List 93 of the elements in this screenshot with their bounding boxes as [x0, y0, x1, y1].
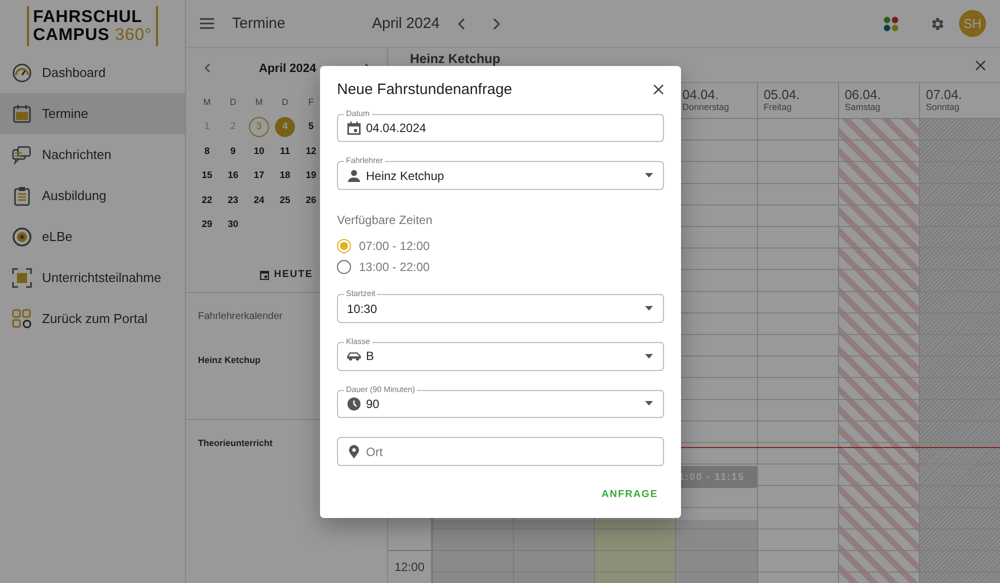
field-value: 04.04.2024 — [366, 121, 426, 136]
time-slot-label: 13:00 - 22:00 — [359, 260, 430, 274]
column-date: 05.04. — [764, 87, 801, 102]
calendar-day[interactable]: 18 — [275, 166, 295, 186]
time-slot-label: 07:00 - 12:00 — [359, 239, 430, 254]
calendar-day[interactable]: 23 — [223, 190, 243, 210]
calendar-day[interactable]: 17 — [249, 166, 269, 186]
calendar-day[interactable]: 5 — [301, 116, 321, 137]
column-weekday: Freitag — [764, 102, 793, 112]
sidebar-item[interactable]: Termine — [0, 93, 185, 134]
field-value: 10:30 — [347, 302, 378, 316]
clock-icon — [347, 396, 361, 411]
chevron-left-icon[interactable] — [458, 18, 466, 30]
calendar-name: Theorieunterricht — [198, 438, 273, 448]
sidebar-item[interactable]: eLBe — [0, 216, 185, 257]
caret-icon — [645, 401, 653, 406]
chat-icon — [12, 144, 32, 164]
calendar-day[interactable]: 10 — [249, 141, 269, 162]
scan-icon — [12, 268, 32, 288]
section-heading: Fahrlehrerkalender — [198, 311, 282, 322]
field-label: Dauer (90 Minuten) — [344, 384, 417, 395]
calendar-icon — [347, 121, 361, 136]
column-weekday: Sonntag — [926, 102, 960, 112]
page-title: Termine — [232, 15, 286, 32]
calendar-day[interactable]: 12 — [301, 141, 321, 162]
weekday-label: F — [308, 97, 314, 108]
calendar-day[interactable]: 15 — [197, 166, 217, 186]
input-field[interactable]: Ort — [337, 437, 664, 466]
calendar-day[interactable]: 30 — [223, 214, 243, 235]
calendar-day[interactable]: 16 — [223, 166, 243, 186]
today-button[interactable]: HEUTE — [260, 267, 313, 282]
time-label: 12:00 — [394, 560, 425, 574]
caret-icon — [645, 173, 653, 178]
placeholder-text: Ort — [366, 444, 383, 459]
apps-icon — [12, 308, 32, 328]
calendar-month: April 2024 — [258, 61, 316, 75]
field-label: Fahrlehrer — [344, 156, 385, 166]
calendar-icon — [260, 270, 269, 280]
weekday-label: M — [203, 97, 211, 108]
logo: FAHRSCHUL CAMPUS 360° — [26, 6, 158, 46]
sidebar-item[interactable]: Ausbildung — [0, 175, 185, 216]
calendar-day[interactable]: 29 — [197, 214, 217, 235]
field-label: Datum — [344, 108, 372, 119]
column-date: 04.04. — [682, 87, 720, 102]
weekday-label: M — [255, 97, 263, 108]
field-value: B — [366, 349, 374, 364]
close-icon[interactable] — [975, 60, 986, 71]
column-weekday: Samstag — [844, 102, 882, 112]
settings-icon[interactable] — [929, 16, 945, 32]
field-value: 90 — [366, 396, 380, 411]
apps-dots-icon[interactable] — [883, 16, 899, 32]
gauge-icon — [12, 62, 32, 82]
caret-icon — [645, 306, 653, 312]
column-date: 06.04. — [844, 87, 882, 102]
sidebar-item[interactable]: Zurück zum Portal — [0, 298, 185, 339]
clipboard-icon — [12, 186, 32, 206]
weekday-label: D — [282, 97, 288, 108]
time-slot-option[interactable]: 13:00 - 22:00 — [337, 260, 430, 274]
chevron-right-icon[interactable] — [492, 18, 500, 30]
dialog-title: Neue Fahrstundenanfrage — [337, 81, 512, 98]
calendar-day[interactable]: 22 — [197, 190, 217, 210]
caret-icon — [645, 354, 653, 359]
calendar-day[interactable]: 8 — [197, 141, 217, 162]
radio-button[interactable] — [337, 239, 351, 254]
calendar-day[interactable]: 24 — [249, 190, 269, 210]
calendar-day[interactable]: 9 — [223, 141, 243, 162]
section-label: Verfügbare Zeiten — [337, 213, 434, 228]
steering-wheel-icon — [12, 226, 32, 246]
sidebar-item[interactable]: Unterrichtsteilnahme — [0, 257, 185, 298]
calendar-day[interactable]: 25 — [275, 190, 295, 210]
calendar-icon — [12, 104, 32, 124]
calendar-name: Heinz Ketchup — [198, 355, 261, 365]
calendar-title: Heinz Ketchup — [410, 51, 500, 66]
field-label: Startzeit — [344, 289, 378, 300]
weekday-label: D — [230, 97, 236, 108]
field-label: Klasse — [344, 336, 372, 347]
sidebar-item[interactable]: Nachrichten — [0, 134, 185, 175]
radio-button[interactable] — [337, 260, 351, 274]
column-date: 07.04. — [926, 87, 963, 102]
person-icon — [347, 168, 361, 183]
close-icon[interactable] — [653, 84, 664, 96]
location-pin-icon — [347, 444, 361, 459]
column-weekday: Donnerstag — [682, 102, 730, 112]
menu-icon[interactable] — [200, 18, 214, 29]
time-slot-option[interactable]: 07:00 - 12:00 — [337, 239, 430, 254]
field-value: Heinz Ketchup — [366, 168, 444, 183]
calendar-day[interactable]: 11 — [275, 141, 295, 162]
chevron-left-icon[interactable] — [204, 63, 211, 73]
month-title: April 2024 — [372, 15, 440, 32]
calendar-day[interactable]: 26 — [301, 190, 321, 210]
calendar-day[interactable]: 19 — [301, 166, 321, 186]
sidebar-item[interactable]: Dashboard — [0, 52, 185, 93]
request-button[interactable]: ANFRAGE — [596, 485, 664, 504]
